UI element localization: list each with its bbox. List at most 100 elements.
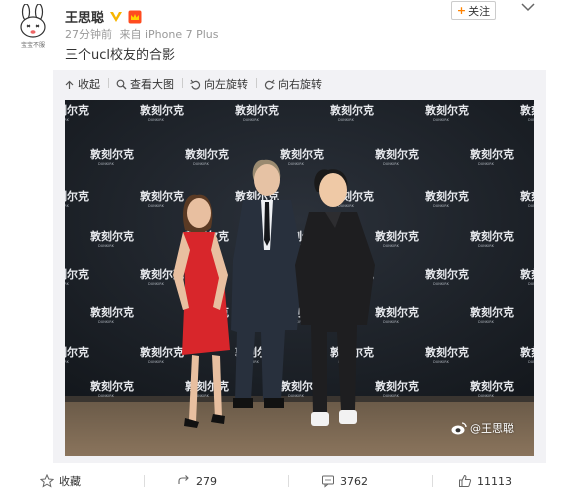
collect-button[interactable]: 收藏 (40, 466, 81, 496)
backdrop-logo-subtext: DUNKIRK (478, 394, 495, 398)
thumbs-up-icon (459, 474, 472, 487)
post-photo[interactable]: 敦刻尔克DUNKIRK敦刻尔克DUNKIRK敦刻尔克DUNKIRK敦刻尔克DUN… (65, 100, 534, 456)
backdrop-logo-subtext: DUNKIRK (478, 244, 495, 248)
backdrop-logo-text: 敦刻尔克 (90, 229, 134, 243)
crown-badge-icon[interactable] (128, 10, 142, 24)
forward-icon (178, 475, 189, 484)
backdrop-logo-text: 敦刻尔克 (330, 103, 374, 117)
backdrop-logo-subtext: DUNKIRK (383, 394, 400, 398)
backdrop-logo-text: 敦刻尔克 (425, 189, 469, 203)
rotate-right-icon (264, 79, 275, 90)
backdrop-logo-subtext: DUNKIRK (478, 162, 495, 166)
comment-count: 3762 (340, 474, 368, 488)
backdrop-logo-text: 敦刻尔克 (140, 345, 184, 359)
backdrop-logo-text: 敦刻尔克 (65, 267, 89, 281)
backdrop-logo-subtext: DUNKIRK (478, 320, 495, 324)
like-button[interactable]: 11113 (458, 466, 512, 496)
backdrop-logo-subtext: DUNKIRK (148, 204, 165, 208)
backdrop-logo-text: 敦刻尔克 (235, 103, 279, 117)
post-meta: 27分钟前 来自 iPhone 7 Plus (65, 26, 219, 42)
backdrop-logo-text: 敦刻尔克 (90, 379, 134, 393)
rotate-left-button[interactable]: 向左旋转 (182, 76, 256, 92)
backdrop-logo-subtext: DUNKIRK (98, 162, 115, 166)
backdrop-logo-text: 敦刻尔克 (375, 305, 419, 319)
backdrop-logo-subtext: DUNKIRK (98, 320, 115, 324)
like-count: 11113 (477, 474, 512, 488)
backdrop-logo-text: 敦刻尔克 (470, 229, 514, 243)
backdrop-logo-subtext: DUNKIRK (528, 204, 534, 208)
backdrop-logo-text: 敦刻尔克 (375, 379, 419, 393)
forward-button[interactable]: 279 (177, 466, 217, 496)
collapse-arrow-icon (65, 80, 74, 89)
avatar[interactable]: 宝宝不服 (14, 3, 52, 49)
backdrop-logo-subtext: DUNKIRK (148, 118, 165, 122)
backdrop-logo-text: 敦刻尔克 (375, 147, 419, 161)
verified-v-icon[interactable] (109, 10, 123, 24)
avatar-caption: 宝宝不服 (20, 42, 45, 49)
backdrop-logo-text: 敦刻尔克 (425, 267, 469, 281)
rotate-left-label: 向左旋转 (204, 78, 248, 91)
backdrop-logo-text: 敦刻尔克 (470, 379, 514, 393)
follow-button[interactable]: + 关注 (451, 1, 496, 20)
backdrop-logo-subtext: DUNKIRK (288, 162, 305, 166)
backdrop-logo-text: 敦刻尔克 (520, 189, 534, 203)
star-icon (40, 474, 54, 488)
backdrop-logo-text: 敦刻尔克 (90, 305, 134, 319)
watermark-text: @王思聪 (470, 422, 514, 435)
backdrop-logo-text: 敦刻尔克 (520, 267, 534, 281)
action-divider (144, 475, 145, 487)
backdrop-logo-subtext: DUNKIRK (383, 162, 400, 166)
rotate-right-button[interactable]: 向右旋转 (256, 76, 330, 92)
backdrop-logo-text: 敦刻尔克 (520, 345, 534, 359)
user-row: 王思聪 (65, 7, 142, 26)
view-large-button[interactable]: 查看大图 (108, 76, 182, 92)
backdrop-logo-subtext: DUNKIRK (528, 360, 534, 364)
follow-label: 关注 (468, 4, 491, 18)
backdrop-logo-text: 敦刻尔克 (520, 103, 534, 117)
backdrop-logo-subtext: DUNKIRK (288, 394, 305, 398)
backdrop-logo-text: 敦刻尔克 (185, 147, 229, 161)
backdrop-logo-text: 敦刻尔克 (425, 345, 469, 359)
backdrop-logo-subtext: DUNKIRK (338, 118, 355, 122)
post-actions: 收藏 279 3762 11113 (0, 466, 578, 496)
backdrop-logo-subtext: DUNKIRK (193, 162, 210, 166)
backdrop-logo-subtext: DUNKIRK (338, 204, 355, 208)
backdrop-logo-subtext: DUNKIRK (243, 118, 260, 122)
view-large-label: 查看大图 (130, 78, 174, 91)
post-source[interactable]: 来自 iPhone 7 Plus (120, 28, 219, 41)
backdrop-logo-text: 敦刻尔克 (140, 103, 184, 117)
backdrop-logo-subtext: DUNKIRK (383, 320, 400, 324)
chevron-down-icon[interactable] (521, 2, 535, 12)
collapse-button[interactable]: 收起 (53, 76, 108, 92)
rotate-left-icon (190, 79, 201, 90)
action-divider (432, 475, 433, 487)
backdrop-logo-text: 敦刻尔克 (140, 189, 184, 203)
backdrop-logo-text: 敦刻尔克 (425, 103, 469, 117)
photo-watermark: @王思聪 (451, 420, 514, 436)
backdrop-logo-subtext: DUNKIRK (98, 244, 115, 248)
post-time[interactable]: 27分钟前 (65, 28, 112, 41)
backdrop-logo-subtext: DUNKIRK (148, 282, 165, 286)
backdrop-logo-text: 敦刻尔克 (280, 147, 324, 161)
backdrop-logo-text: 敦刻尔克 (470, 147, 514, 161)
comment-button[interactable]: 3762 (321, 466, 368, 496)
weibo-logo-icon (451, 422, 467, 435)
backdrop-logo-subtext: DUNKIRK (433, 118, 450, 122)
avatar-bunny-icon (20, 3, 46, 38)
forward-count: 279 (196, 474, 217, 488)
media-box: 收起 查看大图 向左旋转 向右旋转 尔克 RK 敦刻尔克 DUNKIRK 敦刻尔… (53, 70, 546, 463)
backdrop-logo-text: 敦刻尔克 (65, 189, 89, 203)
backdrop-logo-subtext: DUNKIRK (433, 282, 450, 286)
backdrop-logo-subtext: DUNKIRK (148, 360, 165, 364)
rotate-right-label: 向右旋转 (278, 78, 322, 91)
backdrop-logo-subtext: DUNKIRK (528, 282, 534, 286)
collapse-label: 收起 (78, 78, 100, 91)
username-link[interactable]: 王思聪 (65, 7, 104, 26)
image-toolbar: 收起 查看大图 向左旋转 向右旋转 (53, 70, 330, 98)
action-divider (288, 475, 289, 487)
collect-label: 收藏 (59, 475, 81, 488)
backdrop-logo-text: 敦刻尔克 (375, 229, 419, 243)
backdrop-logo-subtext: DUNKIRK (98, 394, 115, 398)
backdrop-logo-subtext: DUNKIRK (433, 360, 450, 364)
comment-icon (322, 475, 334, 488)
